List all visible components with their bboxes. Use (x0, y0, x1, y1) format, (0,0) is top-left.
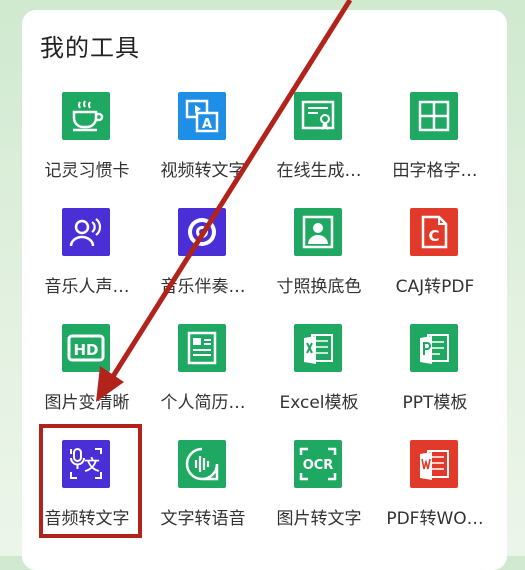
tool-text-to-speech[interactable]: 文字转语音 (145, 440, 261, 550)
grid-icon (410, 92, 458, 140)
tool-excel-template[interactable]: Excel模板 (261, 324, 377, 434)
video-to-text-icon: A (178, 92, 226, 140)
tool-caj-to-pdf[interactable]: C CAJ转PDF (377, 208, 493, 318)
hd-icon: HD (62, 324, 110, 372)
word-icon (410, 440, 458, 488)
text-to-speech-icon (178, 440, 226, 488)
certificate-icon (294, 92, 342, 140)
tool-label: 图片变清晰 (44, 393, 130, 413)
tool-image-to-text[interactable]: OCR 图片转文字 (261, 440, 377, 550)
svg-text:OCR: OCR (303, 458, 334, 473)
tool-label: 文字转语音 (160, 509, 246, 529)
tool-habit-card[interactable]: 记灵习惯卡 (29, 92, 145, 202)
resume-document-icon (178, 324, 226, 372)
tool-image-enhance[interactable]: HD 图片变清晰 (29, 324, 145, 434)
tool-id-photo-background[interactable]: 寸照换底色 (261, 208, 377, 318)
caj-file-icon: C (410, 208, 458, 256)
tool-label: CAJ转PDF (395, 277, 475, 297)
tool-label: 视频转文字 (160, 161, 246, 181)
tool-resume[interactable]: 个人简历… (145, 324, 261, 434)
tool-label: 个人简历… (160, 393, 246, 413)
tool-grid-copybook[interactable]: 田字格字… (377, 92, 493, 202)
tool-label: Excel模板 (279, 393, 359, 413)
tool-label: 记灵习惯卡 (44, 161, 130, 181)
voice-person-icon (62, 208, 110, 256)
tool-label: 寸照换底色 (276, 277, 362, 297)
tool-label: 音乐人声… (44, 277, 130, 297)
tool-label: 在线生成… (276, 161, 362, 181)
tool-ppt-template[interactable]: PPT模板 (377, 324, 493, 434)
ocr-icon: OCR (294, 440, 342, 488)
svg-text:HD: HD (73, 341, 98, 359)
coffee-cup-icon (62, 92, 110, 140)
tool-video-to-text[interactable]: A 视频转文字 (145, 92, 261, 202)
svg-text:C: C (428, 227, 439, 245)
tool-pdf-to-word[interactable]: PDF转WO… (377, 440, 493, 550)
tool-label: 图片转文字 (276, 509, 362, 529)
id-photo-icon (294, 208, 342, 256)
tool-label: 田字格字… (392, 161, 478, 181)
tool-vocal-separation[interactable]: 音乐人声… (29, 208, 145, 318)
tool-label: 音乐伴奏… (160, 277, 246, 297)
highlight-box (39, 424, 142, 538)
svg-text:A: A (202, 117, 212, 132)
tool-label: PPT模板 (402, 393, 468, 413)
vinyl-record-icon (178, 208, 226, 256)
excel-icon (294, 324, 342, 372)
ppt-icon (410, 324, 458, 372)
tool-certificate-generator[interactable]: 在线生成… (261, 92, 377, 202)
tool-label: PDF转WO… (386, 509, 484, 529)
tool-accompaniment[interactable]: 音乐伴奏… (145, 208, 261, 318)
